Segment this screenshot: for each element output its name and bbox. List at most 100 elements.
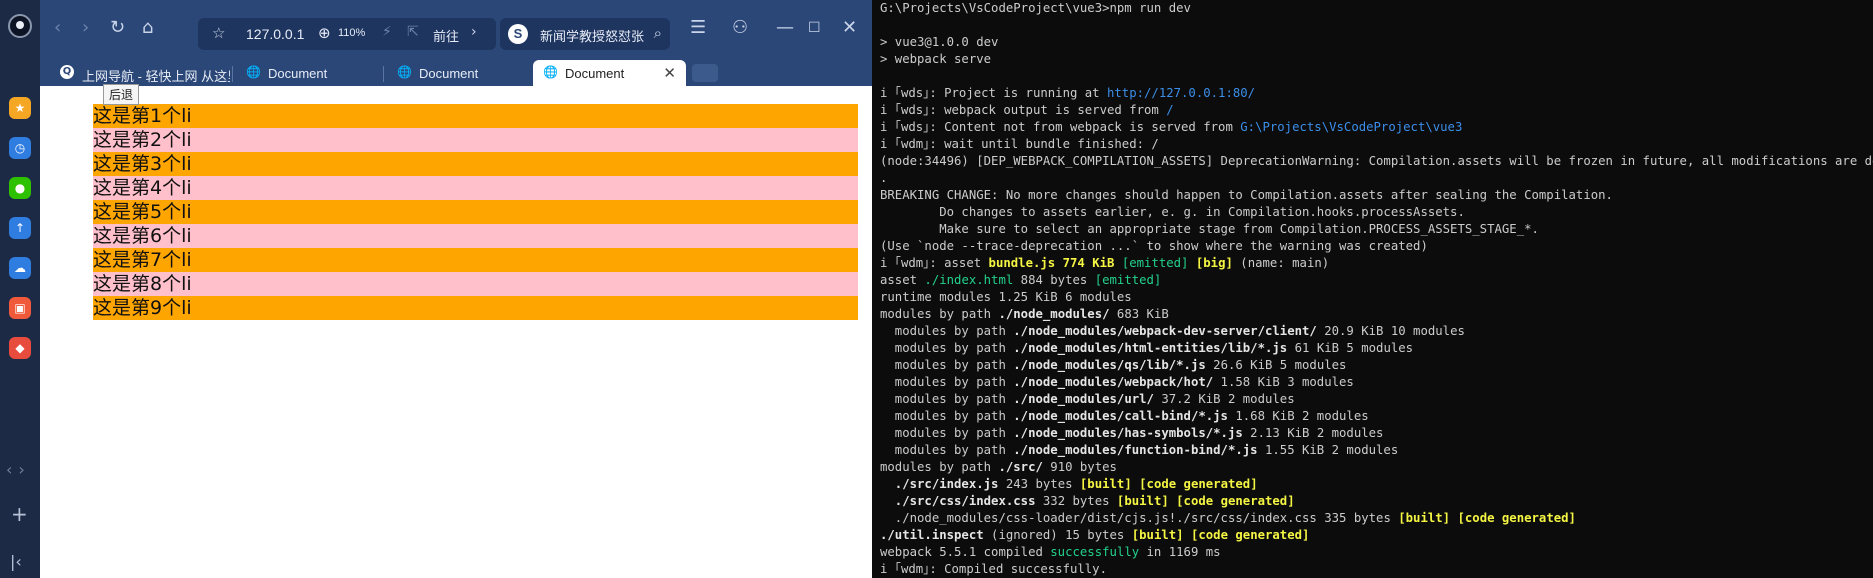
tab-document-1[interactable]: 🌐 Document [236, 60, 381, 86]
log-path: G:\Projects\VsCodeProject\vue3 [1240, 120, 1463, 134]
log-text: 332 bytes [1035, 494, 1117, 508]
list-item: 这是第1个li [93, 104, 858, 128]
app-dock: ★ ◷ ● ↑ ☁ ▣ ◆ ‹› + |‹ [0, 0, 40, 578]
log-text: 683 KiB [1109, 307, 1169, 321]
bookmark-star-icon[interactable]: ☆ [212, 24, 225, 42]
photo-app-icon[interactable]: ▣ [9, 297, 31, 319]
skin-icon[interactable]: ⚇ [732, 18, 748, 38]
search-icon[interactable]: ⌕ [654, 24, 662, 42]
maximize-icon[interactable]: ☐ [808, 18, 821, 38]
log-text: modules by path [880, 358, 1014, 372]
tab-label: Document [419, 66, 479, 81]
server-url-link[interactable]: http://127.0.0.1:80/ [1107, 86, 1255, 100]
log-text: asset [880, 273, 925, 287]
go-arrow-icon[interactable]: › [471, 24, 477, 40]
module-path: ./node_modules/ [998, 307, 1110, 321]
list-item: 这是第4个li [93, 176, 858, 200]
terminal-line: i ｢wdm｣: asset bundle.js 774 KiB [emitte… [880, 255, 1329, 272]
log-text: 26.6 KiB 5 modules [1205, 358, 1347, 372]
lightning-icon[interactable]: ⚡ [382, 24, 392, 40]
back-arrow-icon[interactable]: ‹ [54, 18, 61, 38]
tab-label: Document [565, 66, 625, 81]
add-icon[interactable]: + [11, 502, 28, 526]
share-icon[interactable]: ⇱ [407, 24, 419, 40]
built-tag: [built] [1116, 494, 1169, 508]
address-bar[interactable]: ☆ 127.0.0.1 ⊕ 110% ⚡ ⇱ 前往 › [198, 18, 496, 50]
list-item: 这是第6个li [93, 224, 858, 248]
log-text: modules by path [880, 307, 999, 321]
terminal-line: BREAKING CHANGE: No more changes should … [880, 188, 1613, 202]
log-text: 61 KiB 5 modules [1287, 341, 1414, 355]
tab-document-active[interactable]: 🌐 Document ✕ [533, 60, 686, 86]
new-tab-button[interactable] [692, 64, 718, 82]
refresh-icon[interactable]: ↻ [110, 18, 125, 38]
close-tab-icon[interactable]: ✕ [663, 64, 676, 82]
forward-arrow-icon[interactable]: › [82, 18, 89, 38]
app-glyph: ● [14, 181, 26, 195]
menu-icon[interactable]: ☰ [690, 18, 706, 38]
go-button[interactable]: 前往 [433, 26, 459, 45]
module-path: ./node_modules/function-bind/*.js [1013, 443, 1258, 457]
minimize-icon[interactable]: — [776, 18, 794, 38]
wechat-app-icon[interactable]: ● [9, 177, 31, 199]
terminal-line: modules by path ./node_modules/webpack-d… [880, 323, 1465, 340]
log-text: in 1169 ms [1139, 545, 1221, 559]
module-path: ./src/css/index.css [880, 494, 1036, 508]
globe-icon: 🌐 [397, 65, 412, 79]
close-window-icon[interactable]: ✕ [842, 18, 857, 38]
log-text: 1.68 KiB 2 modules [1227, 409, 1369, 423]
pdf-app-icon[interactable]: ◆ [9, 337, 31, 359]
tab-label: Document [268, 66, 328, 81]
log-text: 335 bytes [1316, 511, 1399, 525]
log-text: webpack 5.5.1 compiled [880, 545, 1051, 559]
module-path: ./node_modules/has-symbols/*.js [1013, 426, 1243, 440]
tab-separator [383, 66, 384, 82]
log-text: (name: main) [1232, 256, 1330, 270]
module-path: ./node_modules/qs/lib/*.js [1013, 358, 1206, 372]
upload-app-icon[interactable]: ↑ [9, 217, 31, 239]
clock-app-icon[interactable]: ◷ [9, 137, 31, 159]
url-text[interactable]: 127.0.0.1 [246, 26, 304, 42]
module-path: ./node_modules/webpack/hot/ [1013, 375, 1214, 389]
terminal-line: > webpack serve [880, 52, 992, 66]
tab-navigation[interactable]: Q 上网导航 - 轻快上网 从这里开始 [50, 60, 230, 86]
page-content: 这是第1个li 这是第2个li 这是第3个li 这是第4个li 这是第5个li 这是第6个… [40, 86, 872, 578]
zoom-icon[interactable]: ⊕ [318, 24, 331, 42]
log-text: modules by path [880, 460, 999, 474]
home-icon[interactable]: ⌂ [142, 18, 153, 38]
app-glyph: ◆ [15, 341, 25, 355]
collapse-icon[interactable]: |‹ [10, 552, 22, 571]
log-text: 884 bytes [1013, 273, 1095, 287]
app-glyph: ◷ [14, 141, 26, 155]
log-text: 20.9 KiB 10 modules [1316, 324, 1465, 338]
search-input[interactable]: 新闻学教授怒怼张 [540, 26, 650, 45]
app-glyph: ☁ [14, 261, 26, 275]
asset-name: bundle.js [988, 256, 1056, 270]
search-engine-icon[interactable]: S [508, 24, 528, 44]
list-item: 这是第3个li [93, 152, 858, 176]
built-tag: [built] [1079, 477, 1132, 491]
log-text: 910 bytes [1042, 460, 1117, 474]
terminal-line: > vue3@1.0.0 dev [880, 35, 999, 49]
search-box[interactable]: S 新闻学教授怒怼张 ⌕ [500, 18, 670, 50]
cloud-app-icon[interactable]: ☁ [9, 257, 31, 279]
dock-nav-arrows-icon[interactable]: ‹› [6, 460, 31, 479]
terminal-window[interactable]: G:\Projects\VsCodeProject\vue3>npm run d… [872, 0, 1873, 578]
dock-logo-icon[interactable] [8, 14, 32, 38]
module-path: ./node_modules/html-entities/lib/*.js [1013, 341, 1288, 355]
module-path: ./util.inspect [880, 528, 984, 542]
terminal-line: i ｢wdm｣: Compiled successfully. [880, 562, 1107, 576]
asset-size: 774 KiB [1062, 256, 1115, 270]
terminal-line: modules by path ./src/ 910 bytes [880, 459, 1117, 476]
terminal-line: modules by path ./node_modules/call-bind… [880, 408, 1369, 425]
terminal-line: . [880, 171, 888, 185]
star-app-icon[interactable]: ★ [9, 97, 31, 119]
code-generated-tag: [code generated] [1190, 528, 1310, 542]
terminal-line: ./util.inspect (ignored) 15 bytes [built… [880, 527, 1309, 544]
q-icon: Q [60, 65, 74, 79]
zoom-level[interactable]: 110% [338, 27, 365, 39]
terminal-line: i ｢wds｣: Project is running at http://12… [880, 85, 1255, 102]
tab-label: 上网导航 - 轻快上网 从这里开始 [82, 69, 230, 84]
log-text: modules by path [880, 392, 1014, 406]
tab-document-2[interactable]: 🌐 Document [387, 60, 532, 86]
